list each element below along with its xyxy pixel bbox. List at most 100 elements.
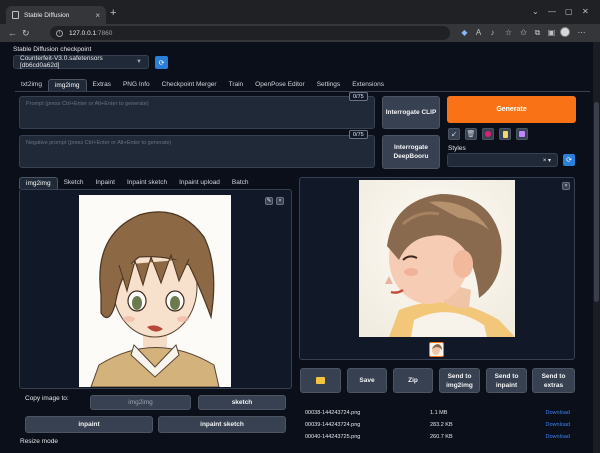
profile-avatar[interactable] [560,27,570,37]
output-image[interactable] [359,180,515,337]
browser-tab[interactable]: Stable Diffusion × [6,6,106,24]
copy-to-inpaint-button[interactable]: inpaint [25,416,153,433]
prompt-input[interactable]: Prompt (press Ctrl+Enter or Alt+Enter to… [19,96,375,129]
refresh-styles-button[interactable]: ⟳ [563,154,575,166]
output-thumbnail[interactable] [429,342,444,357]
page-icon [12,11,19,19]
refresh-icon[interactable]: ↻ [22,27,30,39]
clear-prompt-button[interactable]: 🗑 [465,128,477,140]
file-name: 00039-144243724.png [305,421,361,428]
edit-image-icon[interactable]: ✎ [265,197,273,205]
negative-prompt-input[interactable]: Negative prompt (press Ctrl+Enter or Alt… [19,135,375,168]
download-link[interactable]: Download [546,434,570,440]
prompt-placeholder: Prompt (press Ctrl+Enter or Alt+Enter to… [26,101,149,107]
save-style-button[interactable] [516,128,528,140]
tab-inpaint-sketch[interactable]: Inpaint sketch [121,177,173,189]
show-extra-networks-button[interactable] [482,128,494,140]
clear-styles-icon[interactable]: × ▾ [543,157,551,164]
info-icon[interactable]: i [56,29,63,37]
tab-txt2img[interactable]: txt2img [15,79,48,91]
page-scrollbar[interactable] [593,42,600,453]
tab-openpose-editor[interactable]: OpenPose Editor [249,79,311,91]
generate-button[interactable]: Generate [447,96,576,123]
new-tab-icon[interactable]: + [110,8,116,19]
file-size: 1.1 MB [430,409,448,416]
checkpoint-label: Stable Diffusion checkpoint [13,46,92,53]
file-name: 00038-144243724.png [305,409,361,416]
send-to-inpaint-button[interactable]: Send to inpaint [486,368,527,393]
scrollbar-thumb[interactable] [594,102,599,302]
tab-img2img-sub[interactable]: img2img [19,177,58,189]
tab-train[interactable]: Train [223,79,250,91]
copy-to-sketch-button[interactable]: sketch [198,395,286,410]
translate-icon[interactable]: A [474,28,483,37]
copy-image-label: Copy image to: [25,395,69,402]
folder-icon [316,377,325,384]
negative-prompt-token-counter: 0/75 [349,130,368,139]
tab-png-info[interactable]: PNG Info [117,79,156,91]
checkpoint-select[interactable]: Counterfeit-V3.0.safetensors [db6cd0a62d… [13,55,149,69]
read-aloud-icon[interactable]: ♪ [488,28,497,37]
copy-to-img2img-button[interactable]: img2img [90,395,191,410]
file-row: 00039-144243724.png 283.2 KB Download [305,419,570,430]
tab-settings[interactable]: Settings [311,79,347,91]
file-row: 00038-144243724.png 1.1 MB Download [305,407,570,418]
more-icon[interactable]: ⋯ [577,28,586,37]
img2img-sub-tabs: img2img Sketch Inpaint Inpaint sketch In… [19,177,255,189]
pencil-icon: ↙ [451,131,457,138]
file-size: 283.2 KB [430,421,453,428]
refresh-icon: ⟳ [566,157,572,164]
download-link[interactable]: Download [546,422,570,428]
tab-inpaint-upload[interactable]: Inpaint upload [173,177,226,189]
apply-style-button[interactable] [499,128,511,140]
close-tab-icon[interactable]: × [95,11,100,20]
url-port: :7860 [96,29,113,37]
tab-extensions[interactable]: Extensions [346,79,390,91]
copy-to-inpaint-sketch-button[interactable]: inpaint sketch [158,416,286,433]
download-link[interactable]: Download [546,410,570,416]
chevron-down-icon[interactable]: ⌄ [532,7,539,16]
maximize-icon[interactable]: ▢ [565,7,573,16]
tab-img2img[interactable]: img2img [47,79,87,91]
negative-prompt-placeholder: Negative prompt (press Ctrl+Enter or Alt… [26,140,172,146]
send-to-img2img-button[interactable]: Send to img2img [439,368,480,393]
zip-button[interactable]: Zip [393,368,433,393]
collections-icon[interactable]: ⧉ [533,28,542,37]
chevron-down-icon: ▼ [136,59,142,65]
styles-select[interactable]: × ▾ [447,153,558,167]
close-window-icon[interactable]: ✕ [582,7,589,16]
prompt-token-counter: 0/75 [349,92,368,101]
read-params-button[interactable]: ↙ [448,128,460,140]
tab-extras[interactable]: Extras [87,79,117,91]
extensions-icon[interactable]: ▣ [547,28,556,37]
refresh-checkpoint-button[interactable]: ⟳ [155,56,168,69]
extra-networks-icon [485,131,491,137]
file-row: 00040-144243725.png 260.7 KB Download [305,431,570,442]
generated-portrait-painting [359,180,515,337]
favorites-bar-icon[interactable]: ✩ [519,28,528,37]
minimize-icon[interactable]: — [548,7,556,16]
browser-tab-title: Stable Diffusion [24,11,70,19]
send-to-extras-button[interactable]: Send to extras [532,368,575,393]
back-icon[interactable]: ← [8,27,17,39]
anime-girl-illustration [79,195,231,387]
checkpoint-value: Counterfeit-V3.0.safetensors [db6cd0a62d… [20,55,103,69]
open-folder-button[interactable] [300,368,341,393]
url-bar[interactable]: i 127.0.0.1:7860 [50,26,450,40]
interrogate-clip-button[interactable]: Interrogate CLIP [382,96,440,129]
remove-image-icon[interactable]: × [276,197,284,205]
favorite-icon[interactable]: ☆ [504,28,513,37]
refresh-icon: ⟳ [158,59,165,67]
close-preview-icon[interactable]: × [562,182,570,190]
tab-sketch[interactable]: Sketch [58,177,90,189]
interrogate-deepbooru-button[interactable]: Interrogate DeepBooru [382,135,440,169]
tag-icon[interactable]: ◆ [460,28,469,37]
styles-label: Styles [448,145,466,152]
trash-icon: 🗑 [466,131,476,138]
tab-inpaint[interactable]: Inpaint [89,177,121,189]
tab-batch[interactable]: Batch [226,177,255,189]
thumbnail-image [430,343,443,356]
save-button[interactable]: Save [347,368,387,393]
tab-checkpoint-merger[interactable]: Checkpoint Merger [156,79,223,91]
main-tabs: txt2img img2img Extras PNG Info Checkpoi… [15,79,390,91]
